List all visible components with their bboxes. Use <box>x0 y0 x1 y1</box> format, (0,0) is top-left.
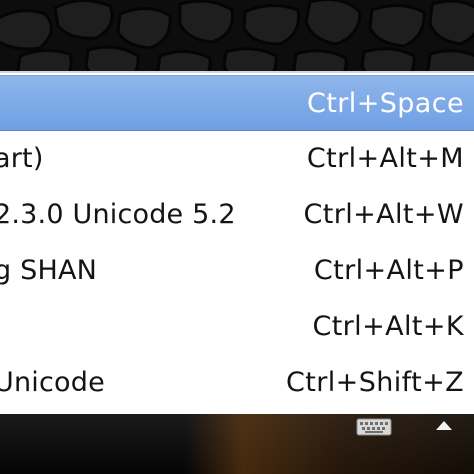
screen: Ctrl+Space art) Ctrl+Alt+M 2.3.0 Unicode… <box>0 0 474 474</box>
context-menu: Ctrl+Space art) Ctrl+Alt+M 2.3.0 Unicode… <box>0 71 474 416</box>
menu-item-ctrl-alt-k[interactable]: Ctrl+Alt+K <box>0 299 474 355</box>
menu-item-ctrl-alt-p[interactable]: g SHAN Ctrl+Alt+P <box>0 243 474 299</box>
taskbar <box>0 414 474 474</box>
keyboard-icon[interactable] <box>356 418 392 436</box>
desktop-background <box>0 0 474 78</box>
menu-item-shortcut: Ctrl+Space <box>307 88 464 119</box>
taskbar-background-glow <box>185 414 474 474</box>
tray-arrow-up-icon[interactable] <box>434 419 454 433</box>
menu-item-shortcut: Ctrl+Alt+P <box>313 255 464 286</box>
menu-item-shortcut: Ctrl+Shift+Z <box>286 367 464 398</box>
menu-item-label: art) <box>0 143 44 174</box>
menu-item-ctrl-space[interactable]: Ctrl+Space <box>0 75 474 131</box>
menu-item-ctrl-alt-w[interactable]: 2.3.0 Unicode 5.2 Ctrl+Alt+W <box>0 187 474 243</box>
menu-item-shortcut: Ctrl+Alt+W <box>303 199 464 230</box>
menu-item-label: Unicode <box>0 367 105 398</box>
menu-item-ctrl-shift-z[interactable]: Unicode Ctrl+Shift+Z <box>0 355 474 411</box>
menu-item-shortcut: Ctrl+Alt+M <box>306 143 464 174</box>
menu-item-ctrl-alt-m[interactable]: art) Ctrl+Alt+M <box>0 131 474 187</box>
menu-item-label: g SHAN <box>0 255 98 286</box>
menu-item-label: 2.3.0 Unicode 5.2 <box>0 199 236 230</box>
menu-item-shortcut: Ctrl+Alt+K <box>312 311 464 342</box>
